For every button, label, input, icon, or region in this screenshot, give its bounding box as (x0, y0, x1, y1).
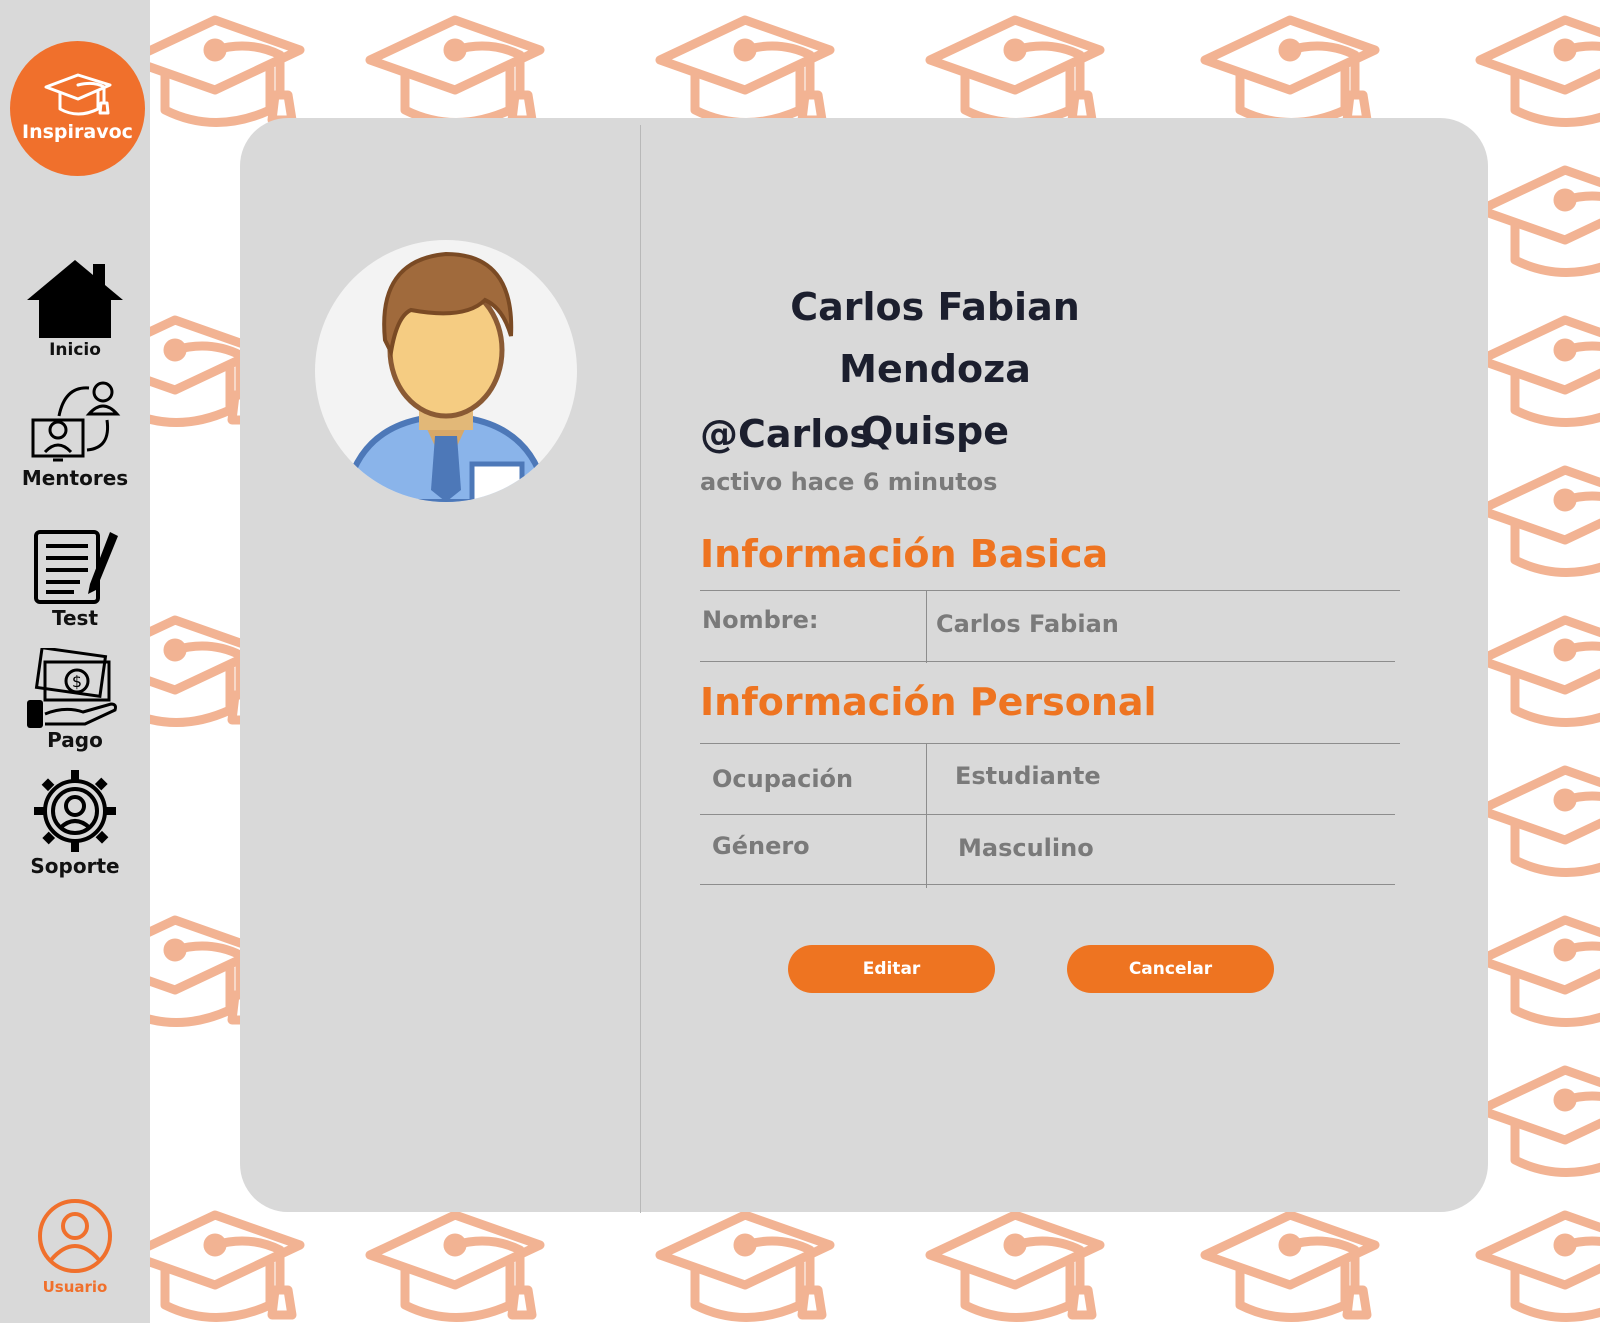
mentors-icon (31, 381, 121, 462)
table-line (700, 590, 1400, 591)
field-value-nombre: Carlos Fabian (936, 610, 1119, 638)
card-divider (640, 125, 641, 1213)
field-label-genero: Género (712, 832, 810, 860)
sidebar-item-test[interactable]: Test (0, 528, 150, 630)
support-icon (34, 770, 116, 852)
edit-button[interactable]: Editar (788, 945, 995, 993)
avatar (315, 240, 577, 502)
field-value-ocupacion: Estudiante (955, 762, 1101, 790)
sidebar-item-pago[interactable]: $ Pago (0, 648, 150, 752)
table-line (926, 591, 927, 663)
sidebar-item-soporte[interactable]: Soporte (0, 768, 150, 878)
sidebar-item-label: Pago (47, 728, 103, 752)
profile-name-line1: Carlos Fabian Mendoza (790, 285, 1080, 391)
app-logo[interactable]: Inspiravoc (10, 41, 145, 176)
basic-info-title: Información Basica (700, 532, 1109, 576)
table-line (700, 884, 1395, 885)
profile-handle: @Carlos (700, 412, 873, 456)
graduation-cap-icon (44, 73, 112, 116)
avatar-icon (341, 251, 551, 502)
svg-text:$: $ (72, 672, 82, 691)
sidebar-item-mentores[interactable]: Mentores (0, 378, 150, 490)
home-icon (27, 260, 123, 338)
cancel-button[interactable]: Cancelar (1067, 945, 1274, 993)
sidebar-item-label: Soporte (30, 854, 120, 878)
payment-icon: $ (27, 648, 117, 728)
sidebar-item-inicio[interactable]: Inicio (0, 258, 150, 360)
test-icon (34, 530, 118, 604)
field-label-nombre: Nombre: (702, 606, 819, 634)
sidebar: Inspiravoc Inicio Mentores Test $ Pago S… (0, 0, 150, 1323)
table-line (700, 814, 1395, 815)
user-icon (38, 1199, 112, 1273)
sidebar-item-label: Usuario (42, 1278, 108, 1296)
table-line (700, 661, 1395, 662)
field-value-genero: Masculino (958, 834, 1094, 862)
sidebar-item-label: Mentores (21, 466, 129, 490)
activity-status: activo hace 6 minutos (700, 468, 998, 496)
table-line (700, 743, 1400, 744)
sidebar-item-label: Test (51, 606, 98, 630)
table-line (926, 744, 927, 888)
field-label-ocupacion: Ocupación (712, 765, 854, 793)
personal-info-title: Información Personal (700, 680, 1157, 724)
sidebar-item-usuario[interactable]: Usuario (0, 1198, 150, 1296)
logo-text: Inspiravoc (22, 121, 133, 143)
sidebar-item-label: Inicio (49, 340, 101, 360)
